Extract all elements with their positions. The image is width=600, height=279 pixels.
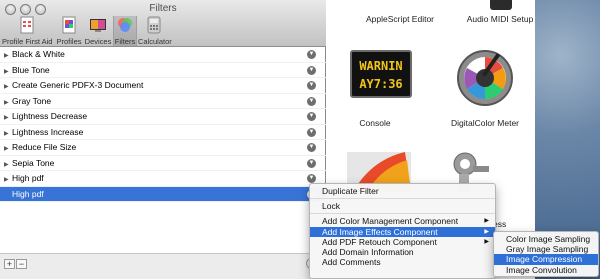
menu-item-label: Add PDF Retouch Component xyxy=(322,236,437,247)
toolbar-devices[interactable]: Devices xyxy=(84,16,112,46)
filter-name: High pdf xyxy=(12,173,44,183)
toolbar-label: Filters xyxy=(114,37,136,46)
calculator-icon xyxy=(147,16,161,34)
filter-row-pdfx3[interactable]: ▶ Create Generic PDFX-3 Document ▼ xyxy=(0,78,326,94)
toolbar-label: Calculator xyxy=(138,37,172,46)
window-bottom-bar: + − xyxy=(0,253,326,279)
filter-name-field[interactable]: High pdf xyxy=(12,189,44,199)
filter-name: Reduce File Size xyxy=(12,142,77,152)
filter-name: Sepia Tone xyxy=(12,157,55,168)
toolbar-label: Devices xyxy=(84,37,112,46)
color-meter-icon xyxy=(457,50,513,106)
menu-item-add-color-management[interactable]: Add Color Management Component ▶ xyxy=(310,216,495,226)
filter-action-icon[interactable]: ▼ xyxy=(307,143,316,152)
filter-row-lightness-increase[interactable]: ▶ Lightness Increase ▼ xyxy=(0,125,326,140)
submenu-item-gray-image-sampling[interactable]: Gray Image Sampling xyxy=(494,244,598,254)
menu-item-add-pdf-retouch[interactable]: Add PDF Retouch Component ▶ xyxy=(310,237,495,247)
filter-row-reduce-file-size[interactable]: ▶ Reduce File Size ▼ xyxy=(0,140,326,156)
filter-name: Lightness Increase xyxy=(12,126,84,137)
app-label: DigitalColor Meter xyxy=(450,118,520,128)
app-label: AppleScript Editor xyxy=(365,14,435,24)
filter-action-icon[interactable]: ▼ xyxy=(307,158,316,168)
add-filter-button[interactable]: + xyxy=(4,259,15,269)
submenu-item-image-convolution[interactable]: Image Convolution xyxy=(494,265,598,275)
toolbar-label: Profiles xyxy=(56,37,82,46)
menu-item-lock[interactable]: Lock xyxy=(310,201,495,211)
menu-item-add-comments[interactable]: Add Comments xyxy=(310,257,495,267)
filter-action-icon[interactable]: ▼ xyxy=(307,50,316,59)
filter-name: Gray Tone xyxy=(12,95,52,106)
profile-first-aid-icon xyxy=(20,16,34,34)
image-effects-submenu: Color Image Sampling Gray Image Sampling… xyxy=(493,231,599,277)
filter-row-blue-tone[interactable]: ▶ Blue Tone ▼ xyxy=(0,63,326,78)
filter-row-sepia-tone[interactable]: ▶ Sepia Tone ▼ xyxy=(0,156,326,171)
window-title: Filters xyxy=(149,3,177,14)
filter-action-icon[interactable]: ▼ xyxy=(307,81,316,90)
filter-action-icon[interactable]: ▼ xyxy=(307,96,316,106)
window-titlebar: Filters Profile First Aid Profiles Devic… xyxy=(0,0,326,47)
filter-row-gray-tone[interactable]: ▶ Gray Tone ▼ xyxy=(0,94,326,109)
console-icon-line-1: WARNIN xyxy=(359,59,403,73)
midi-icon xyxy=(490,0,512,10)
toolbar-profile-first-aid[interactable]: Profile First Aid xyxy=(2,16,52,46)
submenu-arrow-icon: ▶ xyxy=(484,228,489,235)
menu-separator xyxy=(310,198,495,200)
submenu-item-color-image-sampling[interactable]: Color Image Sampling xyxy=(494,234,598,244)
submenu-arrow-icon: ▶ xyxy=(484,218,489,225)
toolbar-profiles[interactable]: Profiles xyxy=(55,16,83,46)
menu-item-label: Add Color Management Component xyxy=(322,216,459,227)
submenu-item-image-compression[interactable]: Image Compression xyxy=(494,254,598,265)
filter-action-icon[interactable]: ▼ xyxy=(307,65,316,75)
filter-action-icon[interactable]: ▼ xyxy=(307,174,316,183)
app-applescript-editor[interactable]: AppleScript Editor xyxy=(350,0,450,24)
filters-window: Filters Profile First Aid Profiles Devic… xyxy=(0,0,326,279)
toolbar-calculator[interactable]: Calculator xyxy=(138,16,172,46)
context-menu: Duplicate Filter Lock Add Color Manageme… xyxy=(309,183,496,279)
filter-name: Blue Tone xyxy=(12,64,50,75)
menu-item-add-domain-information[interactable]: Add Domain Information xyxy=(310,247,495,257)
console-icon-line-2: AY7:36 xyxy=(359,77,403,91)
submenu-arrow-icon: ▶ xyxy=(484,238,489,245)
filter-action-icon[interactable]: ▼ xyxy=(307,112,316,121)
filters-icon xyxy=(118,18,132,32)
menu-item-label: Add Image Effects Component xyxy=(322,226,438,237)
filter-name: Black & White xyxy=(12,49,65,59)
filter-action-icon[interactable]: ▼ xyxy=(307,127,316,137)
toolbar-filters[interactable]: Filters xyxy=(113,16,137,46)
toolbar-label: Profile First Aid xyxy=(2,37,53,46)
filter-row-high-pdf-selected[interactable]: High pdf ▼ xyxy=(0,186,326,202)
filter-name: Create Generic PDFX-3 Document xyxy=(12,80,144,90)
remove-filter-button[interactable]: − xyxy=(16,259,27,269)
menu-item-add-image-effects[interactable]: Add Image Effects Component ▶ xyxy=(310,226,495,237)
app-label: Console xyxy=(359,118,391,128)
menu-item-duplicate-filter[interactable]: Duplicate Filter xyxy=(310,186,495,196)
filter-list: ▶ Black & White ▼ ▶ Blue Tone ▼ ▶ Create Ge… xyxy=(0,47,326,202)
menu-separator xyxy=(310,213,495,215)
filter-row-lightness-decrease[interactable]: ▶ Lightness Decrease ▼ xyxy=(0,109,326,125)
filter-row-high-pdf[interactable]: ▶ High pdf ▼ xyxy=(0,171,326,187)
profiles-icon xyxy=(62,16,76,34)
filter-row-black-white[interactable]: ▶ Black & White ▼ xyxy=(0,47,326,63)
devices-icon xyxy=(90,19,106,32)
console-icon: WARNIN AY7:36 xyxy=(350,50,412,98)
filter-name: Lightness Decrease xyxy=(12,111,88,121)
